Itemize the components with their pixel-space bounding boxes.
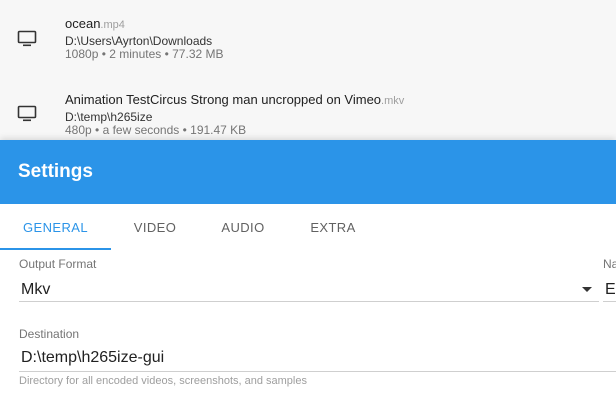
output-format-label: Output Format (19, 257, 97, 271)
file-name: Animation TestCircus Strong man uncroppe… (65, 92, 404, 107)
naming-label: Na (603, 257, 616, 271)
monitor-icon (17, 30, 37, 47)
naming-select[interactable]: En (605, 281, 616, 299)
output-format-underline (19, 301, 599, 302)
tab-extra[interactable]: EXTRA (287, 204, 379, 250)
tab-video[interactable]: VIDEO (111, 204, 199, 250)
settings-dialog: Settings GENERAL VIDEO AUDIO EXTRA Outpu… (0, 140, 616, 407)
file-name: ocean.mp4 (65, 16, 125, 31)
destination-underline (19, 371, 616, 372)
file-path: D:\temp\h265ize (65, 110, 153, 124)
file-name-text: ocean (65, 16, 101, 31)
destination-input[interactable]: D:\temp\h265ize-gui (21, 349, 164, 367)
destination-helper-text: Directory for all encoded videos, screen… (19, 375, 307, 387)
monitor-icon (17, 105, 37, 122)
destination-label: Destination (19, 327, 80, 341)
tab-general[interactable]: GENERAL (0, 204, 111, 250)
tab-audio[interactable]: AUDIO (199, 204, 287, 250)
naming-underline (603, 301, 616, 302)
file-meta: 480p • a few seconds • 191.47 KB (65, 123, 247, 137)
file-path: D:\Users\Ayrton\Downloads (65, 34, 213, 48)
settings-title: Settings (18, 161, 93, 182)
file-meta: 1080p • 2 minutes • 77.32 MB (65, 47, 224, 61)
file-extension: .mkv (381, 95, 405, 107)
file-extension: .mp4 (100, 19, 125, 31)
dropdown-arrow-icon[interactable] (582, 287, 592, 292)
app-window: ocean.mp4 D:\Users\Ayrton\Downloads 1080… (0, 0, 616, 407)
file-list: ocean.mp4 D:\Users\Ayrton\Downloads 1080… (0, 0, 616, 140)
settings-tabs: GENERAL VIDEO AUDIO EXTRA (0, 204, 616, 250)
settings-app-bar: Settings (0, 140, 616, 204)
output-format-select[interactable]: Mkv (21, 281, 50, 299)
active-tab-indicator (0, 248, 111, 250)
file-name-text: Animation TestCircus Strong man uncroppe… (65, 92, 382, 107)
